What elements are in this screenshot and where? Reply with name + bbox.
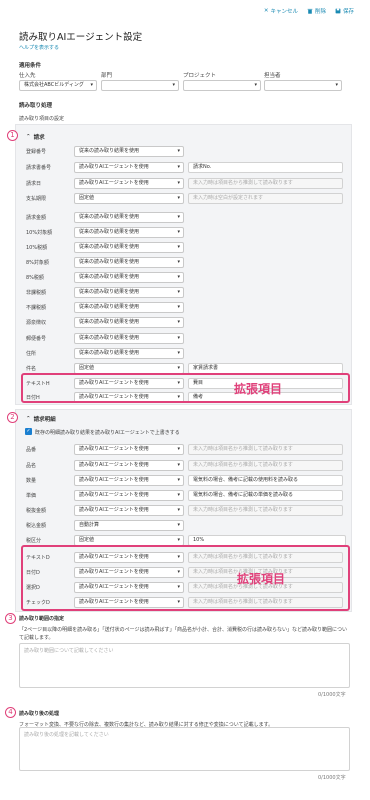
field-hint-input[interactable]: 未入力時は項目名から推測して読み取ります <box>188 505 343 516</box>
field-hint-input[interactable]: 電気料の場合、備考に記載の使用料を読み取る <box>188 475 343 486</box>
field-label: 請求日 <box>26 181 42 187</box>
read-mode-select[interactable]: 従来の読み取り結果を使用 <box>74 287 184 298</box>
field-label: 税込金額 <box>26 523 47 529</box>
field-hint-input[interactable]: 電気料の場合、備考に記載の単価を読み取る <box>188 490 343 501</box>
field-label: 源泉徴収 <box>26 320 47 326</box>
department-label: 部門 <box>101 73 113 79</box>
delete-button[interactable]: 削除 <box>307 7 326 15</box>
field-label: 品名 <box>26 463 37 469</box>
field-hint-input[interactable]: 請求No. <box>188 162 343 173</box>
read-mode-select[interactable]: 自動計算 <box>74 520 184 531</box>
person-select[interactable] <box>264 80 342 91</box>
save-button[interactable]: 保存 <box>335 7 354 15</box>
extension-label-details: 拡張項目 <box>237 572 286 586</box>
read-mode-select[interactable]: 従来の読み取り結果を使用 <box>74 257 184 268</box>
field-label: 非課税額 <box>26 290 47 296</box>
field-label: 不課税額 <box>26 305 47 311</box>
help-link[interactable]: ヘルプを表示する <box>19 44 59 51</box>
overwrite-checkbox-label: 既存の明細読み取り結果を読み取りAIエージェントで上書きする <box>35 430 180 436</box>
field-label: 10%対象額 <box>26 230 53 236</box>
step-number-1: 1 <box>7 130 18 141</box>
read-mode-select[interactable]: 読み取りAIエージェントを使用 <box>74 505 184 516</box>
field-label: 請求金額 <box>26 215 47 221</box>
read-mode-select[interactable]: 従来の読み取り結果を使用 <box>74 146 184 157</box>
step-number-2: 2 <box>7 412 18 423</box>
supplier-label: 仕入先 <box>19 73 36 79</box>
toolbar: ✕ キャンセル 削除 保存 <box>264 7 354 15</box>
save-icon <box>335 8 341 14</box>
close-icon: ✕ <box>263 8 269 14</box>
cancel-button[interactable]: ✕ キャンセル <box>264 7 298 15</box>
department-select[interactable] <box>101 80 179 91</box>
field-label: 税区分 <box>26 538 42 544</box>
read-mode-select[interactable]: 読み取りAIエージェントを使用 <box>74 178 184 189</box>
field-label: 件名 <box>26 366 37 372</box>
field-label: 10%税額 <box>26 245 48 251</box>
read-mode-select[interactable]: 読み取りAIエージェントを使用 <box>74 162 184 173</box>
conditions-heading: 適用条件 <box>19 63 42 69</box>
field-hint-input[interactable]: 未入力時は空白が設定されます <box>188 193 343 204</box>
processing-subheading: 読み取り項目の設定 <box>19 116 65 122</box>
post-heading: 読み取り後の処理 <box>19 711 60 717</box>
project-select[interactable] <box>183 80 261 91</box>
chevron-up-icon: ⌃ <box>26 416 31 422</box>
extension-highlight-details <box>21 545 350 611</box>
read-mode-select[interactable]: 読み取りAIエージェントを使用 <box>74 460 184 471</box>
read-mode-select[interactable]: 従来の読み取り結果を使用 <box>74 333 184 344</box>
field-label: 8%対象額 <box>26 260 49 266</box>
details-section-toggle[interactable]: ⌃ 請求明細 <box>26 415 56 423</box>
field-label: 住所 <box>26 351 37 357</box>
read-mode-select[interactable]: 従来の読み取り結果を使用 <box>74 317 184 328</box>
field-label: 8%税額 <box>26 275 44 281</box>
extension-highlight-header <box>21 373 350 403</box>
read-mode-select[interactable]: 従来の読み取り結果を使用 <box>74 242 184 253</box>
page-title: 読み取りAIエージェント設定 <box>19 32 143 43</box>
processing-heading: 読み取り処理 <box>19 103 53 109</box>
project-label: プロジェクト <box>183 73 217 79</box>
field-label: 税抜金額 <box>26 508 47 514</box>
read-mode-select[interactable]: 従来の読み取り結果を使用 <box>74 227 184 238</box>
range-heading: 読み取り範囲の指定 <box>19 616 65 622</box>
read-mode-select[interactable]: 従来の読み取り結果を使用 <box>74 348 184 359</box>
field-label: 単価 <box>26 493 37 499</box>
read-mode-select[interactable]: 固定値 <box>74 193 184 204</box>
read-mode-select[interactable]: 従来の読み取り結果を使用 <box>74 212 184 223</box>
trash-icon <box>307 8 313 14</box>
field-label: 数量 <box>26 478 37 484</box>
read-mode-select[interactable]: 読み取りAIエージェントを使用 <box>74 475 184 486</box>
overwrite-checkbox[interactable]: ✓ <box>25 428 32 435</box>
field-label: 支払期限 <box>26 196 47 202</box>
field-hint-input[interactable]: 未入力時は項目名から推測して読み取ります <box>188 444 343 455</box>
invoice-section-toggle[interactable]: ⌃ 請求 <box>26 133 45 141</box>
read-mode-select[interactable]: 従来の読み取り結果を使用 <box>74 302 184 313</box>
range-counter: 0/1000文字 <box>318 692 346 698</box>
step-number-3: 3 <box>5 613 16 624</box>
post-textarea[interactable]: 読み取り後の処理を記載してください <box>19 727 350 771</box>
field-label: 郵便番号 <box>26 336 47 342</box>
read-mode-select[interactable]: 従来の読み取り結果を使用 <box>74 272 184 283</box>
field-hint-input[interactable]: 未入力時は項目名から推測して読み取ります <box>188 178 343 189</box>
field-label: 登録番号 <box>26 149 47 155</box>
read-mode-select[interactable]: 読み取りAIエージェントを使用 <box>74 490 184 501</box>
field-label: 品番 <box>26 447 37 453</box>
read-mode-select[interactable]: 読み取りAIエージェントを使用 <box>74 444 184 455</box>
field-label: 請求書番号 <box>26 165 52 171</box>
post-counter: 0/1000文字 <box>318 775 346 781</box>
step-number-4: 4 <box>5 707 16 718</box>
extension-label-header: 拡張項目 <box>234 382 283 396</box>
person-label: 担当者 <box>264 73 281 79</box>
field-hint-input[interactable]: 未入力時は項目名から推測して読み取ります <box>188 460 343 471</box>
range-textarea[interactable]: 読み取り範囲について記載してください <box>19 643 350 688</box>
supplier-select[interactable]: 株式会社ABCビルディング <box>19 80 97 91</box>
chevron-up-icon: ⌃ <box>26 134 31 140</box>
range-description: 「2ページ目以降の明細を読み取る」「送付状のページは読み飛ばす」「商品名が小計、… <box>19 627 347 641</box>
